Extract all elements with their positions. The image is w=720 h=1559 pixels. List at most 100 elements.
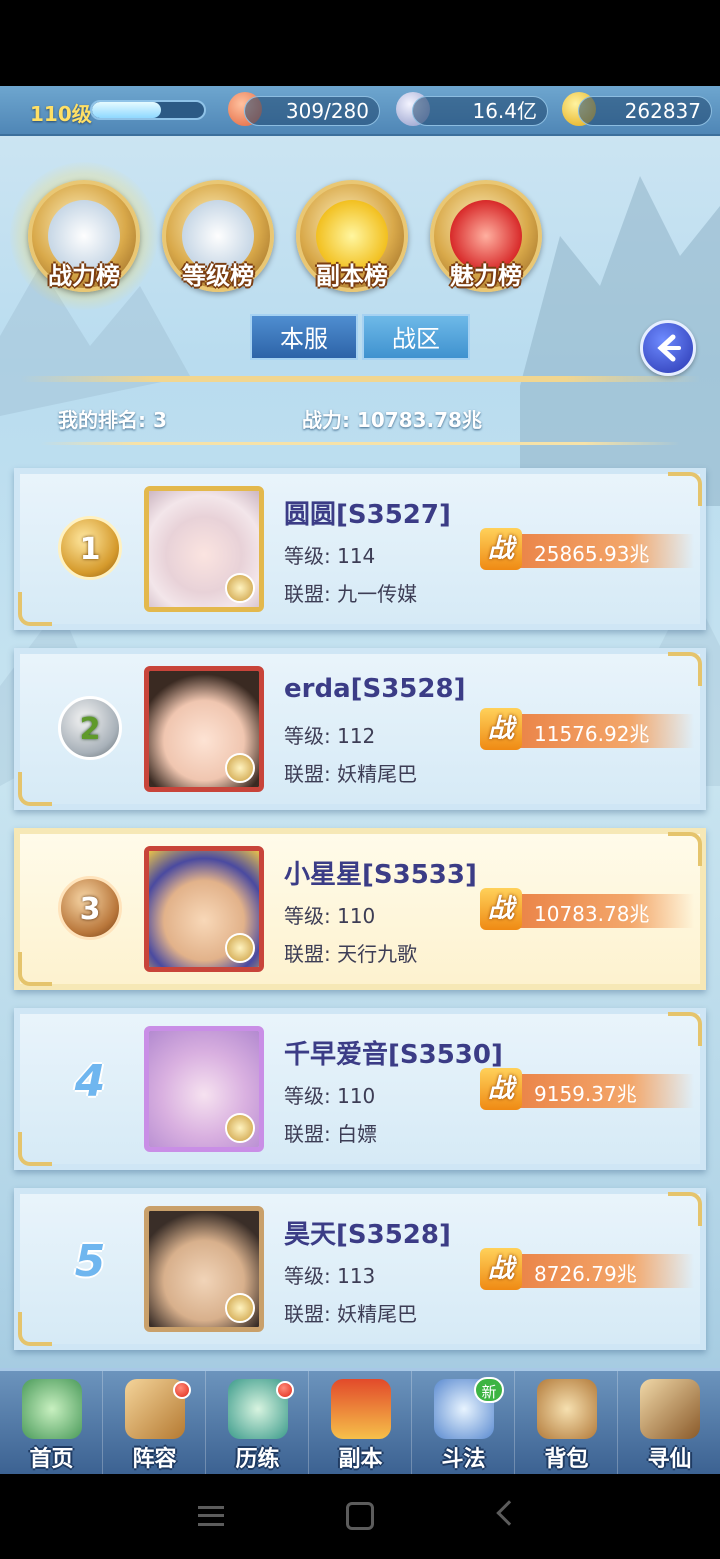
power-bar: 战 11576.92兆 bbox=[480, 708, 694, 750]
nav-label: 寻仙 bbox=[647, 1447, 692, 1472]
player-name: erda[S3528] bbox=[284, 674, 466, 704]
nav-label: 副本 bbox=[338, 1447, 383, 1472]
nav-seek-immortal[interactable]: 寻仙 bbox=[618, 1371, 720, 1474]
category-charm-rank[interactable]: 魅力榜 bbox=[422, 174, 550, 302]
rank-number: 4 bbox=[74, 1056, 106, 1107]
player-guild: 联盟: 妖精尾巴 bbox=[284, 762, 418, 786]
power-badge-icon: 战 bbox=[480, 528, 522, 570]
back-arrow-icon bbox=[657, 334, 681, 362]
nav-label: 阵容 bbox=[132, 1447, 177, 1472]
rank-row[interactable]: 1 圆圆[S3527] 等级: 114 联盟: 九一传媒 战 25865.93兆 bbox=[14, 468, 706, 630]
recent-apps-icon[interactable] bbox=[198, 1506, 224, 1526]
divider bbox=[40, 442, 680, 445]
player-name: 千早爱音[S3530] bbox=[284, 1040, 503, 1070]
my-power: 战力: 10783.78兆 bbox=[302, 408, 482, 432]
rank-row[interactable]: 5 昊天[S3528] 等级: 113 联盟: 妖精尾巴 战 8726.79兆 bbox=[14, 1188, 706, 1350]
power-bar: 战 8726.79兆 bbox=[480, 1248, 694, 1290]
power-value: 9159.37兆 bbox=[534, 1082, 637, 1106]
new-badge: 新 bbox=[474, 1377, 504, 1403]
gate-icon bbox=[331, 1379, 391, 1439]
power-bar: 战 9159.37兆 bbox=[480, 1068, 694, 1110]
power-bar: 战 10783.78兆 bbox=[480, 888, 694, 930]
category-dungeon-rank[interactable]: 副本榜 bbox=[288, 174, 416, 302]
divider bbox=[20, 376, 700, 382]
system-navigation-bar bbox=[0, 1474, 720, 1559]
xp-bar bbox=[90, 100, 206, 120]
resource-bar: 110级 309/280 16.4亿 262837 bbox=[0, 86, 720, 136]
power-value: 25865.93兆 bbox=[534, 542, 650, 566]
player-level: 等级: 112 bbox=[284, 724, 376, 748]
rank-row-mine[interactable]: 3 小星星[S3533] 等级: 110 联盟: 天行九歌 战 10783.78… bbox=[14, 828, 706, 990]
nav-label: 首页 bbox=[29, 1447, 74, 1472]
stamina-value[interactable]: 309/280 bbox=[244, 96, 380, 126]
nav-label: 历练 bbox=[235, 1447, 280, 1472]
bag-icon bbox=[537, 1379, 597, 1439]
nav-label: 斗法 bbox=[441, 1447, 486, 1472]
rank-star-icon bbox=[225, 1113, 255, 1143]
back-icon[interactable] bbox=[496, 1500, 522, 1526]
rank-star-icon bbox=[225, 753, 255, 783]
rank-row[interactable]: 2 erda[S3528] 等级: 112 联盟: 妖精尾巴 战 11576.9… bbox=[14, 648, 706, 810]
status-bar-area bbox=[0, 0, 720, 86]
notification-dot bbox=[276, 1381, 294, 1399]
power-badge-icon: 战 bbox=[480, 1068, 522, 1110]
power-badge-icon: 战 bbox=[480, 708, 522, 750]
power-value: 10783.78兆 bbox=[534, 902, 650, 926]
player-level: 110级 bbox=[30, 102, 92, 126]
coins-value[interactable]: 16.4亿 bbox=[412, 96, 548, 126]
player-level: 等级: 113 bbox=[284, 1264, 376, 1288]
home-icon[interactable] bbox=[346, 1502, 374, 1530]
category-label: 副本榜 bbox=[316, 262, 388, 290]
back-button[interactable] bbox=[640, 320, 696, 376]
avatar[interactable] bbox=[144, 1026, 264, 1152]
tab-local-server[interactable]: 本服 bbox=[250, 314, 358, 360]
rank-star-icon bbox=[225, 1293, 255, 1323]
player-level: 等级: 114 bbox=[284, 544, 376, 568]
player-level: 等级: 110 bbox=[284, 1084, 376, 1108]
nav-bag[interactable]: 背包 bbox=[515, 1371, 618, 1474]
gold-value[interactable]: 262837 bbox=[578, 96, 712, 126]
rank-medal-gold: 1 bbox=[58, 516, 122, 580]
power-badge-icon: 战 bbox=[480, 1248, 522, 1290]
player-guild: 联盟: 天行九歌 bbox=[284, 942, 418, 966]
player-name: 圆圆[S3527] bbox=[284, 500, 451, 530]
leaderboard-screen: 110级 309/280 16.4亿 262837 战力榜 等级榜 副本榜 魅力… bbox=[0, 86, 720, 1474]
home-island-icon bbox=[22, 1379, 82, 1439]
my-rank: 我的排名: 3 bbox=[58, 408, 167, 432]
player-name: 小星星[S3533] bbox=[284, 860, 477, 890]
nav-lineup[interactable]: 阵容 bbox=[103, 1371, 206, 1474]
rank-star-icon bbox=[225, 573, 255, 603]
avatar[interactable] bbox=[144, 1206, 264, 1332]
scroll-icon bbox=[640, 1379, 700, 1439]
nav-home[interactable]: 首页 bbox=[0, 1371, 103, 1474]
player-guild: 联盟: 九一传媒 bbox=[284, 582, 418, 606]
player-guild: 联盟: 白嫖 bbox=[284, 1122, 378, 1146]
power-bar: 战 25865.93兆 bbox=[480, 528, 694, 570]
notification-dot bbox=[173, 1381, 191, 1399]
power-badge-icon: 战 bbox=[480, 888, 522, 930]
tab-war-zone[interactable]: 战区 bbox=[362, 314, 470, 360]
avatar[interactable] bbox=[144, 486, 264, 612]
power-value: 8726.79兆 bbox=[534, 1262, 637, 1286]
nav-training[interactable]: 历练 bbox=[206, 1371, 309, 1474]
rank-medal-silver: 2 bbox=[58, 696, 122, 760]
category-label: 战力榜 bbox=[48, 262, 120, 290]
avatar[interactable] bbox=[144, 666, 264, 792]
rank-medal-bronze: 3 bbox=[58, 876, 122, 940]
nav-label: 背包 bbox=[544, 1447, 589, 1472]
rank-number: 5 bbox=[74, 1236, 106, 1287]
category-power-rank[interactable]: 战力榜 bbox=[10, 162, 158, 310]
player-level: 等级: 110 bbox=[284, 904, 376, 928]
bottom-navigation: 首页 阵容 历练 副本 新 斗法 背包 寻仙 bbox=[0, 1368, 720, 1474]
rank-row[interactable]: 4 千早爱音[S3530] 等级: 110 联盟: 白嫖 战 9159.37兆 bbox=[14, 1008, 706, 1170]
nav-dungeon[interactable]: 副本 bbox=[309, 1371, 412, 1474]
power-value: 11576.92兆 bbox=[534, 722, 650, 746]
player-name: 昊天[S3528] bbox=[284, 1220, 451, 1250]
nav-duel[interactable]: 新 斗法 bbox=[412, 1371, 515, 1474]
category-label: 魅力榜 bbox=[450, 262, 522, 290]
player-guild: 联盟: 妖精尾巴 bbox=[284, 1302, 418, 1326]
category-label: 等级榜 bbox=[182, 262, 254, 290]
avatar[interactable] bbox=[144, 846, 264, 972]
rank-star-icon bbox=[225, 933, 255, 963]
category-level-rank[interactable]: 等级榜 bbox=[154, 174, 282, 302]
